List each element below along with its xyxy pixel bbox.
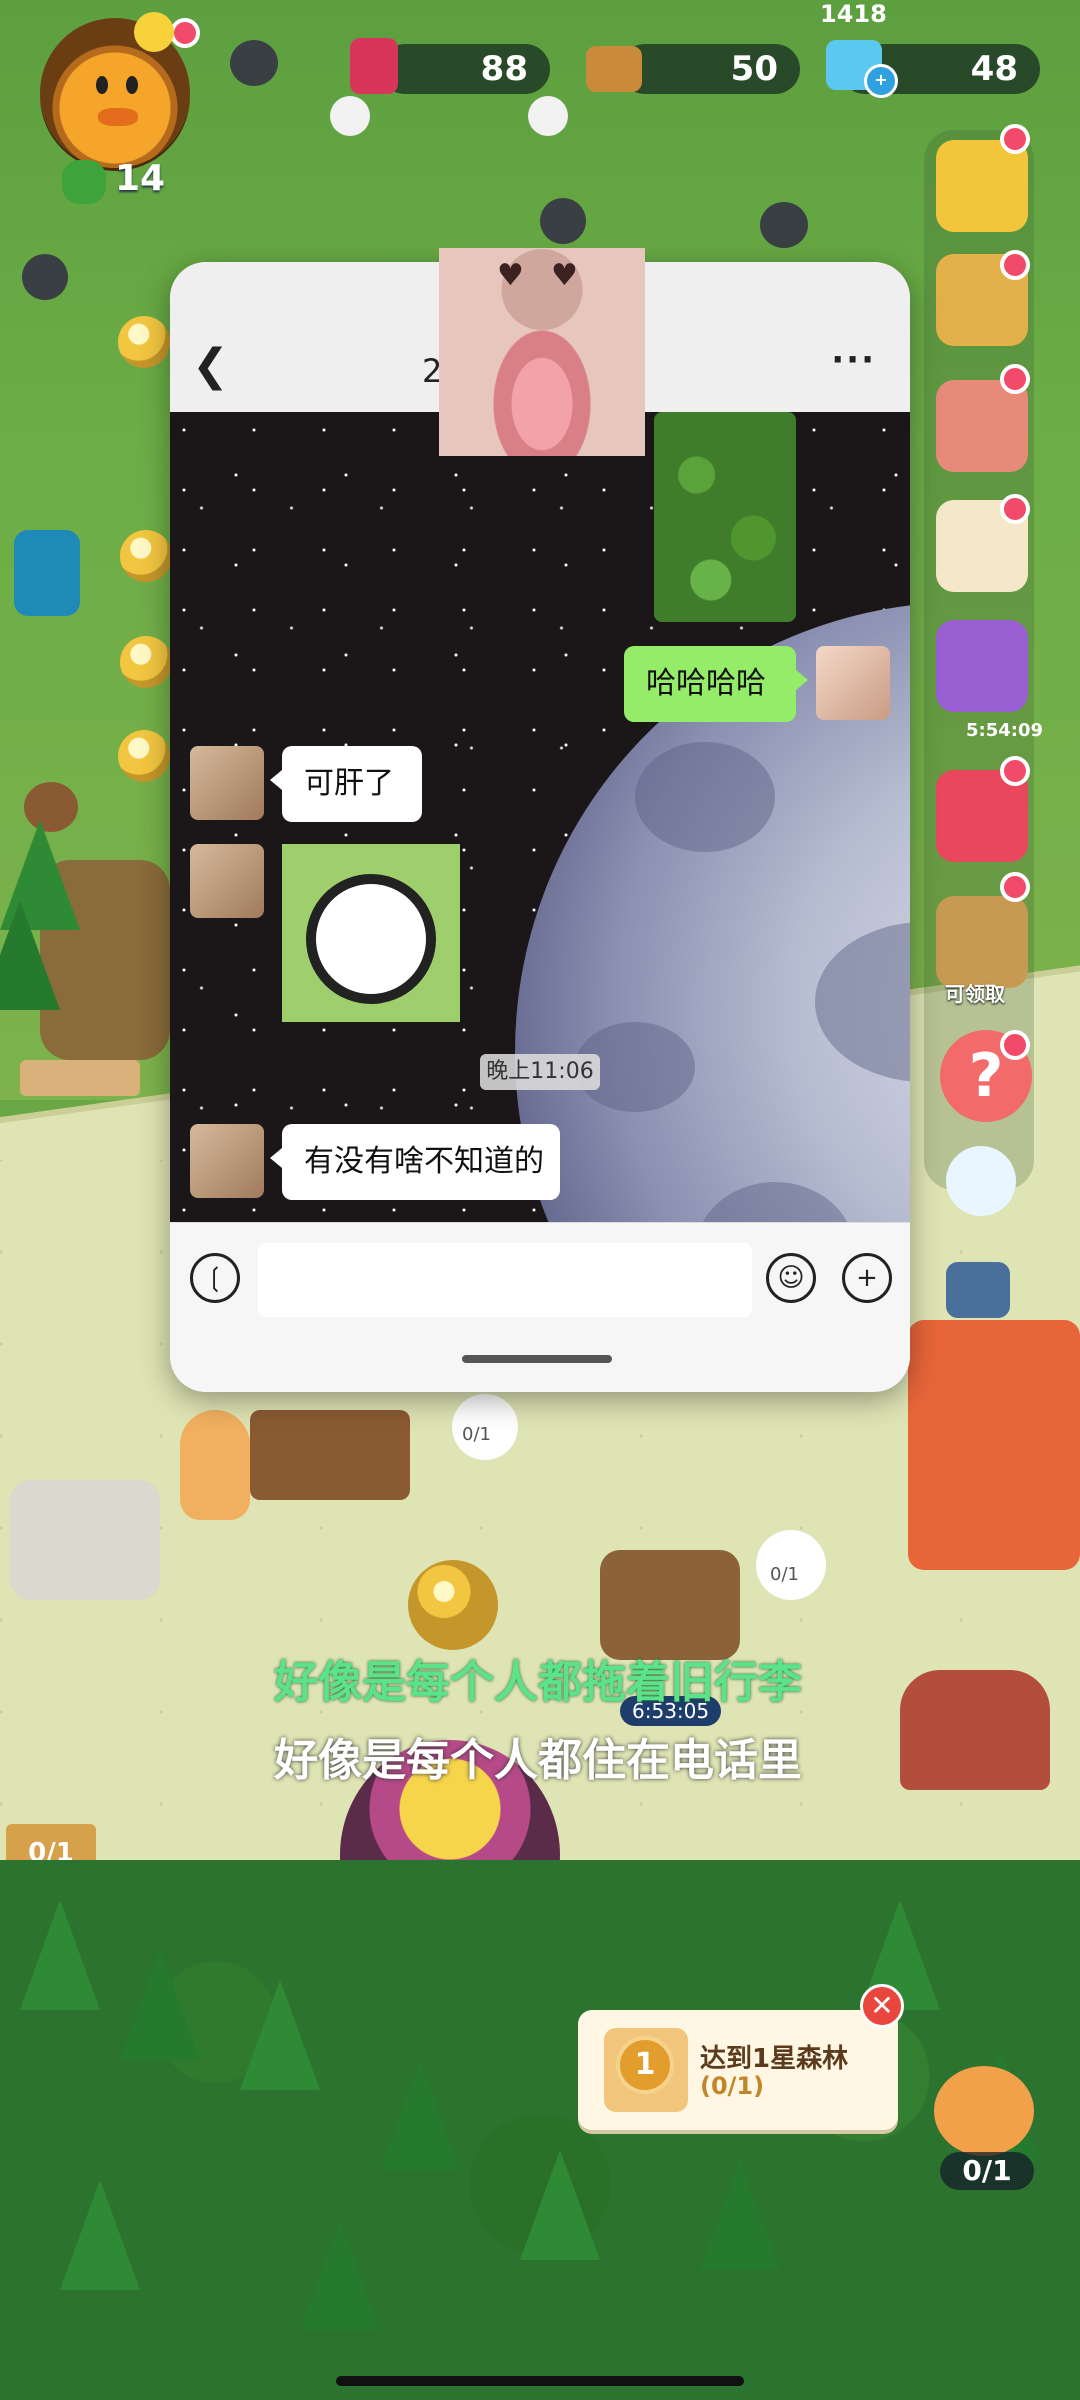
more-actions-button[interactable]: + (842, 1253, 892, 1303)
cat-helper-avatar[interactable] (934, 2066, 1034, 2156)
message-timestamp: 晚上11:06 (480, 1054, 600, 1090)
add-currency-icon[interactable]: + (864, 64, 898, 98)
clover-icon (62, 160, 106, 204)
contact-avatar[interactable] (190, 746, 264, 820)
pine-tree (380, 2060, 460, 2170)
face-photo-overlay: ♥ ♥ (439, 248, 645, 456)
collapse-menu-button[interactable] (946, 1146, 1016, 1216)
side-timer: 5:54:09 (966, 720, 1044, 741)
notification-dot (1000, 364, 1030, 394)
floating-bubble-icon[interactable] (408, 1560, 498, 1650)
heart-icon: ♥ (497, 258, 524, 293)
pine-tree (300, 2220, 380, 2330)
red-cloth-decoration (900, 1670, 1050, 1790)
notification-dot (1000, 494, 1030, 524)
backpack-icon (14, 530, 80, 616)
emoji-button[interactable]: ☺ (766, 1253, 816, 1303)
house-claim-button[interactable] (936, 896, 1028, 988)
system-home-indicator[interactable] (336, 2376, 744, 2386)
pine-tree (520, 2150, 600, 2260)
moon-crater (815, 922, 910, 1082)
bubble-progress-label: 0/1 (462, 1424, 491, 1445)
notification-dot (1000, 250, 1030, 280)
flower-decoration (330, 96, 370, 136)
rock-decoration (22, 254, 68, 300)
resource-value-1: 88 (480, 49, 528, 89)
rock-decoration (540, 198, 586, 244)
vending-machine[interactable] (908, 1320, 1080, 1570)
pine-tree (240, 1980, 320, 2090)
resource-bar-1[interactable]: 88 (380, 44, 550, 94)
coin-bubble-icon[interactable] (120, 636, 172, 688)
medal-icon: 1 (604, 2028, 688, 2112)
avatar-eye (96, 76, 108, 94)
heart-icon: ♥ (551, 258, 578, 293)
resource-bar-2[interactable]: 50 (620, 44, 800, 94)
stump-decoration (600, 1550, 740, 1660)
back-button[interactable]: ❮ (192, 344, 229, 388)
notification-dot (170, 18, 200, 48)
resource-value-3: 48 (970, 49, 1018, 89)
bubble-progress-label: 0/1 (770, 1564, 799, 1585)
moon-crater (635, 742, 775, 852)
avatar-eye (126, 76, 138, 94)
lyric-line-next: 好像是每个人都住在电话里 (274, 1735, 802, 1786)
lyric-line-current: 好像是每个人都拖着旧行李 (274, 1657, 802, 1708)
gift-box-button[interactable] (936, 620, 1028, 712)
sun-icon (134, 12, 174, 52)
resource-value-2: 50 (730, 49, 778, 89)
jam-jar-icon (350, 38, 398, 94)
pine-tree (20, 1900, 100, 2010)
kuromi-face (306, 874, 436, 1004)
contact-avatar[interactable] (190, 1124, 264, 1198)
pine-tree (700, 2160, 780, 2270)
quest-popup[interactable]: 1 达到1星森林 (0/1) (578, 2010, 898, 2130)
camera-button[interactable] (946, 1262, 1010, 1318)
fountain-decoration (10, 1480, 160, 1600)
message-bubble-in[interactable]: 可肝了 (270, 746, 422, 822)
notification-dot (1000, 1030, 1030, 1060)
rock-decoration (230, 40, 278, 86)
cat-progress: 0/1 (940, 2152, 1034, 2190)
medal-number: 1 (616, 2036, 674, 2094)
shared-screenshot-thumbnail[interactable] (654, 412, 796, 622)
notification-dot (1000, 756, 1030, 786)
voice-input-button[interactable]: ❲ (190, 1253, 240, 1303)
close-quest-button[interactable]: ✕ (860, 1984, 904, 2028)
kuromi-sticker[interactable] (282, 844, 460, 1022)
claim-label: 可领取 (945, 982, 1005, 1006)
coin-bubble-icon[interactable] (118, 730, 170, 782)
notification-dot (1000, 124, 1030, 154)
pine-tree (0, 900, 60, 1010)
message-input[interactable] (258, 1243, 752, 1317)
quest-title: 达到1星森林 (700, 2044, 849, 2074)
message-bubble-in[interactable]: 有没有啥不知道的 (270, 1124, 560, 1200)
clover-count: 14 (115, 158, 166, 199)
message-bubble-out[interactable]: 哈哈哈哈 (624, 646, 808, 722)
flower-decoration (528, 96, 568, 136)
pine-tree (60, 2180, 140, 2290)
coin-bubble-icon[interactable] (120, 530, 172, 582)
notification-dot (1000, 872, 1030, 902)
bench-decoration (20, 1060, 140, 1096)
coin-bubble-icon[interactable] (118, 316, 170, 368)
pine-tree (120, 1950, 200, 2060)
more-options-button[interactable]: ··· (831, 340, 876, 380)
reading-desk-decoration (250, 1410, 410, 1500)
rock-decoration (760, 202, 808, 248)
card-home-indicator (462, 1355, 612, 1363)
chat-input-bar: ❲ ☺ + (170, 1222, 910, 1392)
quest-progress: (0/1) (700, 2072, 765, 2100)
log-icon (586, 46, 642, 92)
contact-avatar[interactable] (190, 844, 264, 918)
chat-background (170, 412, 910, 1392)
top-partial-counter: 1418 (820, 0, 887, 28)
my-avatar[interactable] (816, 646, 890, 720)
cat-character[interactable] (180, 1410, 250, 1520)
avatar-beak (98, 108, 138, 126)
